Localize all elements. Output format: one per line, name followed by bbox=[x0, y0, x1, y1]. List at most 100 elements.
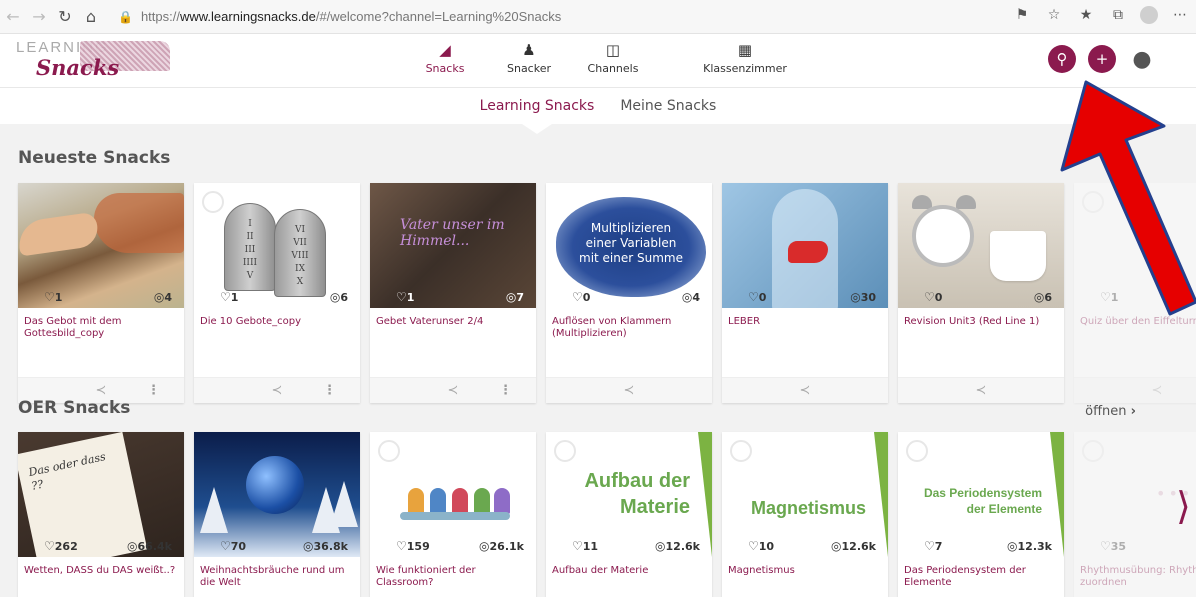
views-count: 6 bbox=[1034, 290, 1052, 304]
snack-title[interactable]: Rhythmusübung: Rhythmen zuordnen bbox=[1074, 557, 1196, 597]
snack-thumbnail: 14 bbox=[18, 183, 184, 308]
snack-thumbnail: Das Periodensystem der Elemente 7 12.3k bbox=[898, 432, 1064, 557]
section-title-oer: OER Snacks bbox=[18, 398, 131, 418]
user-icon: ● bbox=[1132, 46, 1152, 72]
open-oer-link[interactable]: öffnen › bbox=[1085, 404, 1136, 419]
snack-title[interactable]: Das Gebot mit dem Gottesbild_copy bbox=[18, 308, 184, 352]
thumb-text-line1: Das Periodensystem bbox=[923, 486, 1042, 500]
logo-text-script: Snacks bbox=[36, 55, 120, 80]
snack-thumbnail: 0 30 bbox=[722, 183, 888, 308]
snack-card[interactable]: 14 Das Gebot mit dem Gottesbild_copy ≺ ⋮ bbox=[18, 183, 184, 403]
oer-snacks-row: Das oder dass ?? 26266.4k Wetten, DASS d… bbox=[18, 432, 1196, 597]
read-aloud-icon[interactable]: ⚑ bbox=[1012, 7, 1032, 23]
snack-card[interactable]: Vater unser im Himmel... 1 7 Gebet Vateru… bbox=[370, 183, 536, 403]
nav-klassenzimmer-label: Klassenzimmer bbox=[703, 62, 787, 75]
more-vertical-icon[interactable]: ⋮ bbox=[499, 383, 512, 398]
share-icon[interactable]: ≺ bbox=[448, 383, 459, 398]
address-bar[interactable]: 🔒 https://www.learningsnacks.de/#/welcom… bbox=[118, 5, 1058, 29]
tab-meine-snacks[interactable]: Meine Snacks bbox=[620, 98, 716, 114]
search-button[interactable]: ⚲ bbox=[1048, 45, 1076, 73]
more-vertical-icon[interactable]: ⋮ bbox=[147, 383, 160, 398]
likes-count: 262 bbox=[44, 539, 78, 553]
share-icon[interactable]: ≺ bbox=[1152, 383, 1163, 398]
thumb-text-line1: Magnetismus bbox=[750, 498, 866, 518]
share-icon[interactable]: ≺ bbox=[976, 383, 987, 398]
browser-toolbar: ← → ↻ ⌂ 🔒 https://www.learningsnacks.de/… bbox=[0, 0, 1196, 34]
likes-count: 11 bbox=[572, 539, 598, 553]
browser-profile-icon[interactable] bbox=[1140, 6, 1158, 24]
views-count: 12.6k bbox=[655, 539, 700, 553]
snack-card[interactable]: Aufbau der Materie 11 12.6k Aufbau der Ma… bbox=[546, 432, 712, 597]
snack-title[interactable]: Aufbau der Materie bbox=[546, 557, 712, 597]
snack-card[interactable]: 70 36.8k Weihnachtsbräuche rund um die We… bbox=[194, 432, 360, 597]
snack-title[interactable]: Wetten, DASS du DAS weißt..? bbox=[18, 557, 184, 597]
refresh-icon[interactable]: ↻ bbox=[52, 7, 78, 26]
favorites-icon[interactable]: ★ bbox=[1076, 7, 1096, 23]
tab-learning-snacks[interactable]: Learning Snacks bbox=[480, 98, 595, 114]
home-icon[interactable]: ⌂ bbox=[78, 7, 104, 26]
snack-title[interactable]: Magnetismus bbox=[722, 557, 888, 597]
snack-title[interactable]: Wie funktioniert der Classroom? bbox=[370, 557, 536, 597]
snack-title[interactable]: Revision Unit3 (Red Line 1) bbox=[898, 308, 1064, 352]
share-icon[interactable]: ≺ bbox=[96, 383, 107, 398]
likes-count: 0 bbox=[572, 290, 591, 304]
views-count: 4 bbox=[682, 290, 700, 304]
back-icon[interactable]: ← bbox=[0, 7, 26, 26]
views-count: 12.3k bbox=[1007, 539, 1052, 553]
thumb-text-line2: der Elemente bbox=[966, 502, 1042, 516]
snack-thumbnail: Das oder dass ?? 26266.4k bbox=[18, 432, 184, 557]
snack-card[interactable]: Das oder dass ?? 26266.4k Wetten, DASS d… bbox=[18, 432, 184, 597]
nav-snacks[interactable]: ◢ Snacks bbox=[410, 40, 480, 75]
nav-channels[interactable]: ◫ Channels bbox=[578, 40, 648, 75]
share-icon[interactable]: ≺ bbox=[800, 383, 811, 398]
url-text: https://www.learningsnacks.de/#/welcome?… bbox=[140, 9, 562, 24]
nav-snacker[interactable]: ♟ Snacker bbox=[494, 40, 564, 75]
newest-snacks-row: 14 Das Gebot mit dem Gottesbild_copy ≺⋮ … bbox=[18, 183, 1196, 403]
more-vertical-icon[interactable]: ⋮ bbox=[323, 383, 336, 398]
snack-title[interactable]: Auflösen von Klammern (Multiplizieren) bbox=[546, 308, 712, 352]
snack-thumbnail: Multiplizieren einer Variablen mit einer… bbox=[546, 183, 712, 308]
user-avatar[interactable]: ● bbox=[1128, 45, 1156, 73]
forward-icon[interactable]: → bbox=[26, 7, 52, 26]
top-navigation: ◢ Snacks ♟ Snacker ◫ Channels ▦ Klassenz… bbox=[410, 40, 814, 75]
nav-snacker-label: Snacker bbox=[506, 62, 551, 75]
carousel-next-arrow[interactable]: ⟩ bbox=[1176, 484, 1191, 528]
views-count: 30 bbox=[850, 290, 876, 304]
snack-title[interactable]: Weihnachtsbräuche rund um die Welt bbox=[194, 557, 360, 597]
thumb-text-line1: Aufbau der bbox=[584, 470, 690, 492]
views-count: 66.4k bbox=[127, 539, 172, 553]
active-tab-indicator bbox=[519, 122, 555, 134]
thumb-text: Vater unser im Himmel... bbox=[400, 217, 505, 249]
collections-icon[interactable]: ⧉ bbox=[1108, 7, 1128, 23]
snack-thumbnail: Aufbau der Materie 11 12.6k bbox=[546, 432, 712, 557]
app-header: LEARNING Snacks ◢ Snacks ♟ Snacker ◫ Cha… bbox=[0, 34, 1196, 88]
plus-icon: + bbox=[1095, 50, 1109, 68]
nav-klassenzimmer[interactable]: ▦ Klassenzimmer bbox=[690, 40, 800, 75]
snack-icon: ◢ bbox=[439, 41, 451, 59]
snack-card[interactable]: Das Periodensystem der Elemente 7 12.3k D… bbox=[898, 432, 1064, 597]
share-icon[interactable]: ≺ bbox=[624, 383, 635, 398]
snack-card[interactable]: 159 26.1k Wie funktioniert der Classroom? bbox=[370, 432, 536, 597]
views-count: 36.8k bbox=[303, 539, 348, 553]
snack-title[interactable]: Die 10 Gebote_copy bbox=[194, 308, 360, 352]
snack-thumbnail: 06 bbox=[898, 183, 1064, 308]
snack-title[interactable]: Das Periodensystem der Elemente bbox=[898, 557, 1064, 597]
add-snack-button[interactable]: + bbox=[1088, 45, 1116, 73]
snack-card[interactable]: 06 Revision Unit3 (Red Line 1) ≺ bbox=[898, 183, 1064, 403]
likes-count: 10 bbox=[748, 539, 774, 553]
logo[interactable]: LEARNING Snacks bbox=[16, 39, 176, 80]
snack-card[interactable]: 0 30 LEBER ≺ bbox=[722, 183, 888, 403]
snack-title[interactable]: LEBER bbox=[722, 308, 888, 352]
likes-count: 0 bbox=[748, 290, 767, 304]
favorite-add-icon[interactable]: ☆ bbox=[1044, 7, 1064, 23]
likes-count: 159 bbox=[396, 539, 430, 553]
thumb-text-line2: Materie bbox=[619, 496, 690, 518]
snack-title[interactable]: Gebet Vaterunser 2/4 bbox=[370, 308, 536, 352]
snack-thumbnail: 159 26.1k bbox=[370, 432, 536, 557]
more-options-icon[interactable]: ⋯ bbox=[1170, 7, 1190, 23]
snack-card[interactable]: Magnetismus 10 12.6k Magnetismus bbox=[722, 432, 888, 597]
share-icon[interactable]: ≺ bbox=[272, 383, 283, 398]
snack-card[interactable]: IIIIIIIIIIV VIVIIVIIIIXX 16 Die 10 Gebot… bbox=[194, 183, 360, 403]
snack-card[interactable]: Multiplizieren einer Variablen mit einer… bbox=[546, 183, 712, 403]
likes-count: 1 bbox=[220, 290, 239, 304]
